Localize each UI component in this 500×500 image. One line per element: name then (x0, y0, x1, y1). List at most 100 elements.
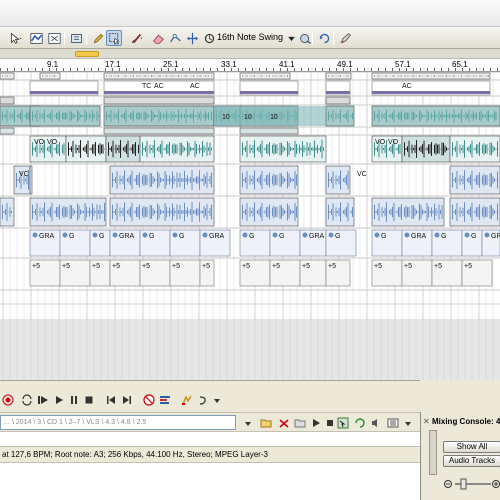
metronome-off-icon[interactable] (142, 394, 155, 406)
clip-strip (30, 91, 98, 94)
ruler-tick (294, 68, 295, 71)
ruler-tick (105, 68, 106, 71)
go-to-start-icon[interactable] (104, 394, 117, 406)
clip-label: +5 (302, 263, 310, 270)
clip-label: AC (154, 83, 164, 90)
properties-icon[interactable] (337, 30, 353, 46)
volume-icon[interactable] (368, 415, 384, 430)
file-info-text: at 127,6 BPM; Root note: A3; 256 Kbps, 4… (2, 450, 268, 459)
clip-fx-icon (464, 232, 470, 238)
ruler-tick (434, 68, 435, 71)
event-clip[interactable] (29, 165, 33, 195)
zoom-slider[interactable] (443, 477, 500, 491)
ruler-tick (154, 68, 155, 71)
chevron-down-icon[interactable] (400, 415, 416, 430)
pencil-icon[interactable] (90, 30, 106, 46)
clip-label: GRA (39, 233, 55, 240)
event-clip[interactable] (0, 127, 15, 135)
eraser-icon[interactable] (150, 30, 166, 46)
ruler-tick (119, 68, 120, 71)
ruler-tick (259, 68, 260, 71)
close-icon[interactable]: ✕ (423, 417, 430, 426)
ruler-tick (315, 68, 316, 71)
auto-scroll-icon[interactable] (316, 30, 332, 46)
path-field[interactable]: … \ 2014 \ 3 \ CD 1 \ 2–7 \ VLS \ 4.3 \ … (0, 415, 236, 430)
ruler-tick (210, 68, 211, 71)
loop-region-icon[interactable] (68, 30, 84, 46)
clip-fx-icon (62, 232, 68, 238)
clip-label: G (179, 233, 184, 240)
clip-label: VC (357, 171, 367, 178)
time-stretch-icon[interactable] (184, 30, 200, 46)
folder-icon[interactable] (292, 415, 308, 430)
envelope-tool-icon[interactable] (28, 30, 44, 46)
file-list[interactable] (0, 431, 420, 446)
clip-label: G (335, 233, 340, 240)
clip-label: G (99, 233, 104, 240)
ruler-tick (77, 68, 78, 71)
clip-label: VC (19, 171, 29, 178)
event-clip[interactable] (103, 96, 215, 105)
pointer-dropdown-icon[interactable] (3, 30, 27, 46)
play-icon[interactable] (52, 394, 65, 406)
clip-label: G (471, 233, 476, 240)
show-all-button[interactable]: Show All (443, 441, 500, 453)
ruler-tick (252, 68, 253, 71)
auto-preview-icon[interactable] (335, 415, 351, 430)
split-tool-icon[interactable] (46, 30, 62, 46)
clip-label: G (381, 233, 386, 240)
select-tool-icon[interactable] (106, 30, 122, 46)
timeline-canvas[interactable]: TC AC AC AC10 10 10VO VO VO VOVC VCGRA G G GRA G G GRA G… (0, 72, 500, 380)
ruler-tick (70, 68, 71, 71)
ruler-tick (483, 68, 484, 71)
undo-history-icon[interactable] (196, 394, 209, 406)
audio-tracks-button[interactable]: Audio Tracks (443, 455, 500, 467)
ruler-tick (301, 68, 302, 71)
pause-icon[interactable] (67, 394, 80, 406)
snap-settings-icon[interactable] (297, 30, 313, 46)
paintbrush-icon[interactable] (124, 30, 148, 46)
loop-region-bar[interactable] (75, 51, 99, 57)
chevron-down-icon[interactable] (210, 394, 223, 406)
chevron-down-icon[interactable] (240, 415, 256, 430)
envelope-node-icon[interactable] (167, 30, 183, 46)
snap-setting-label[interactable]: 16th Note Swing (217, 32, 283, 42)
ruler-tick (42, 68, 43, 71)
clip-label: GRA (411, 233, 427, 240)
refresh-icon[interactable] (352, 415, 368, 430)
clip-label: 10 (222, 114, 230, 121)
snap-grid-icon[interactable] (201, 30, 217, 46)
ruler-tick (406, 68, 407, 71)
mixing-console-panel: ✕ Mixing Console: 44 Show All Audio Trac… (420, 412, 500, 500)
clip-fx-icon (172, 232, 178, 238)
event-clip[interactable] (325, 96, 351, 105)
ruler-tick (490, 68, 491, 71)
ruler-tick (203, 68, 204, 71)
title-strip (0, 0, 500, 27)
ruler-tick (371, 68, 372, 71)
clip-label: G (149, 233, 154, 240)
views-icon[interactable] (385, 415, 401, 430)
record-icon[interactable] (1, 394, 14, 406)
folder-up-icon[interactable] (258, 415, 274, 430)
loop-playback-icon[interactable] (20, 394, 33, 406)
mixer-title: Mixing Console: 44 (432, 417, 500, 426)
clip-label: +5 (328, 263, 336, 270)
go-to-end-icon[interactable] (120, 394, 133, 406)
time-ruler[interactable]: 9.1 17.1 25.1 33.1 41.1 49.1 57.1 65.1 (0, 59, 500, 72)
mixer-view-icon[interactable] (158, 394, 171, 406)
track-timeline[interactable]: TC AC AC AC 10 10 10 VO VO VO VO VC VC GRA G G GRA G G GRA G… (0, 72, 500, 380)
envelope-edit-icon[interactable] (180, 394, 193, 406)
event-clip[interactable] (103, 127, 215, 135)
ruler-tick (392, 68, 393, 71)
clip-fx-icon (484, 232, 490, 238)
event-clip[interactable] (0, 96, 15, 105)
ruler-tick (0, 68, 1, 71)
ruler-tick (91, 68, 92, 71)
stop-icon[interactable] (82, 394, 95, 406)
delete-icon[interactable] (276, 415, 292, 430)
play-from-start-icon[interactable] (36, 394, 49, 406)
ruler-tick (126, 68, 127, 71)
ruler-tick (427, 68, 428, 71)
event-clip[interactable] (239, 127, 299, 135)
